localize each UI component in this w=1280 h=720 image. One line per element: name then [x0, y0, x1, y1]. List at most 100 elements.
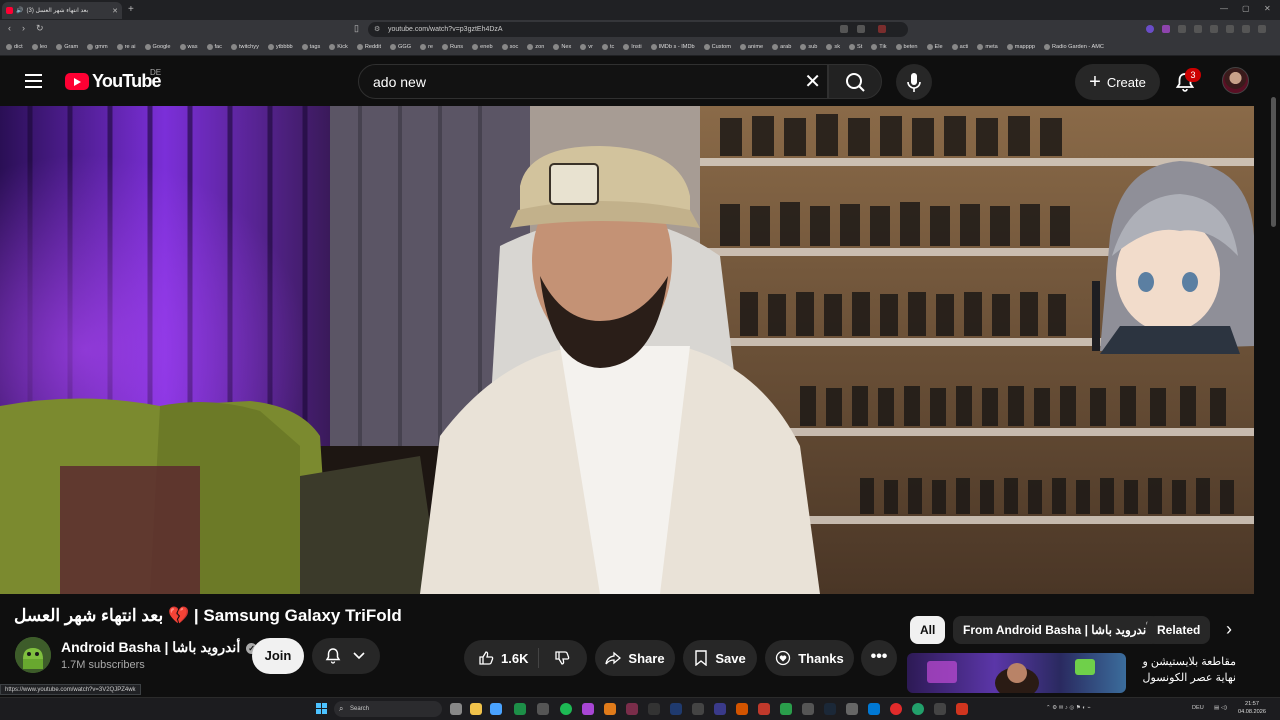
channel-avatar[interactable]: [15, 637, 51, 673]
bookmark-item[interactable]: tags: [301, 44, 320, 50]
bookmark-item[interactable]: was: [179, 44, 198, 50]
channel-name[interactable]: Android Basha | أندرويد باشا ✓: [61, 639, 258, 656]
brave-browser-icon[interactable]: [956, 703, 968, 715]
dislike-button[interactable]: [554, 650, 570, 669]
extension-icon[interactable]: [1162, 25, 1170, 33]
app-icon[interactable]: [692, 703, 704, 715]
bookmark-item[interactable]: eneb: [472, 44, 493, 50]
forward-icon[interactable]: ›: [22, 23, 25, 33]
browser-tab[interactable]: 🔊 (3) بعد انتهاء شهر العسل ✕: [2, 2, 122, 19]
bookmark-item[interactable]: Radio Garden - AMC: [1044, 44, 1104, 50]
join-button[interactable]: Join: [252, 638, 304, 674]
app-icon[interactable]: [912, 703, 924, 715]
bookmark-item[interactable]: vr: [580, 44, 593, 50]
bookmark-item[interactable]: re: [420, 44, 433, 50]
widgets-icon[interactable]: [450, 703, 462, 715]
app-icon[interactable]: [802, 703, 814, 715]
maximize-icon[interactable]: ▢: [1242, 4, 1250, 13]
bookmark-item[interactable]: Gram: [56, 44, 78, 50]
bookmark-item[interactable]: dict: [6, 44, 23, 50]
file-explorer-icon[interactable]: [470, 703, 482, 715]
new-tab-button[interactable]: +: [128, 4, 134, 15]
bookmark-item[interactable]: arab: [772, 44, 791, 50]
app-icon[interactable]: [626, 703, 638, 715]
app-icon[interactable]: [490, 703, 502, 715]
create-button[interactable]: + Create: [1075, 64, 1160, 100]
app-icon[interactable]: [604, 703, 616, 715]
recommended-video-title[interactable]: مقاطعة بلايستيشن و نهاية عصر الكونسول: [1131, 654, 1236, 686]
language-indicator[interactable]: DEU: [1192, 705, 1204, 711]
site-info-icon[interactable]: ⚙: [374, 22, 380, 37]
bookmark-item[interactable]: GGG: [390, 44, 411, 50]
bookmark-item[interactable]: meta: [977, 44, 998, 50]
like-button[interactable]: 1.6K: [478, 650, 528, 666]
bookmark-item[interactable]: tc: [601, 44, 614, 50]
bookmark-item[interactable]: soc: [501, 44, 518, 50]
bookmark-item[interactable]: Tik: [871, 44, 887, 50]
app-icon[interactable]: [514, 703, 526, 715]
bookmark-item[interactable]: beten: [895, 44, 918, 50]
bookmark-item[interactable]: gmm: [87, 44, 108, 50]
minimize-icon[interactable]: —: [1220, 4, 1228, 13]
extension-icon[interactable]: [1178, 25, 1186, 33]
audio-icon[interactable]: 🔊: [16, 7, 23, 14]
bookmark-item[interactable]: anime: [739, 44, 763, 50]
search-input[interactable]: ado new ✕: [358, 64, 828, 99]
menu-hamburger-icon[interactable]: [25, 74, 42, 88]
search-button[interactable]: [828, 64, 882, 99]
extension-icon[interactable]: [1194, 25, 1202, 33]
close-window-icon[interactable]: ✕: [1264, 4, 1271, 13]
voice-search-button[interactable]: [896, 64, 932, 100]
bookmark-item[interactable]: ytbbbb: [267, 44, 293, 50]
reload-icon[interactable]: ↻: [36, 23, 44, 34]
bookmark-item[interactable]: sk: [826, 44, 840, 50]
app-icon[interactable]: [582, 703, 594, 715]
app-icon[interactable]: [846, 703, 858, 715]
steam-icon[interactable]: [824, 703, 836, 715]
bookmark-item[interactable]: St: [848, 44, 862, 50]
app-icon[interactable]: [934, 703, 946, 715]
extension-icon[interactable]: [1226, 25, 1234, 33]
bookmark-item[interactable]: sub: [800, 44, 817, 50]
cast-icon[interactable]: [857, 25, 865, 33]
extension-icon[interactable]: [1242, 25, 1250, 33]
scrollbar-thumb[interactable]: [1271, 97, 1276, 227]
bookmark-item[interactable]: acti: [951, 44, 968, 50]
bookmark-page-icon[interactable]: ▯: [354, 23, 359, 34]
brave-browser-icon[interactable]: [758, 703, 770, 715]
share-button[interactable]: Share: [595, 640, 675, 676]
chip-related[interactable]: Related: [1147, 616, 1211, 644]
thanks-button[interactable]: Thanks: [765, 640, 854, 676]
bookmark-item[interactable]: fac: [206, 44, 222, 50]
extension-icon[interactable]: [1146, 25, 1154, 33]
page-scrollbar[interactable]: [1268, 57, 1280, 697]
photoshop-icon[interactable]: [670, 703, 682, 715]
account-avatar[interactable]: [1222, 67, 1249, 94]
bookmark-item[interactable]: Kick: [329, 44, 348, 50]
extension-icon[interactable]: [1210, 25, 1218, 33]
tray-icons[interactable]: ⌃ ⚙ ✉ ♪ ◎ ⚑ ◐ ⌁: [1046, 705, 1091, 711]
bookmark-item[interactable]: zon: [527, 44, 544, 50]
extension-icon[interactable]: [878, 25, 886, 33]
app-icon[interactable]: [714, 703, 726, 715]
network-volume-icons[interactable]: ▤ ◁): [1214, 705, 1227, 711]
bookmark-item[interactable]: Runs: [442, 44, 463, 50]
chip-all[interactable]: All: [910, 616, 946, 644]
opera-icon[interactable]: [890, 703, 902, 715]
bookmark-item[interactable]: mapppp: [1006, 44, 1035, 50]
back-icon[interactable]: ‹: [8, 23, 11, 33]
address-bar[interactable]: ⚙ youtube.com/watch?v=p3gztEh4DzA: [368, 22, 908, 37]
bookmark-item[interactable]: re ai: [116, 44, 136, 50]
youtube-logo[interactable]: YouTube DE: [65, 68, 162, 92]
app-icon[interactable]: [736, 703, 748, 715]
video-player[interactable]: [0, 106, 1254, 594]
subscription-notifications-button[interactable]: [312, 638, 380, 674]
bookmark-item[interactable]: Nex: [553, 44, 571, 50]
clear-search-icon[interactable]: ✕: [804, 69, 821, 94]
zoom-icon[interactable]: [840, 25, 848, 33]
taskbar-search[interactable]: ⌕ Search: [334, 701, 442, 717]
more-actions-button[interactable]: •••: [861, 640, 897, 676]
windows-start-icon[interactable]: [316, 703, 327, 714]
chips-next-chevron-icon[interactable]: ›: [1226, 619, 1232, 640]
bookmark-item[interactable]: twitchyy: [230, 44, 259, 50]
